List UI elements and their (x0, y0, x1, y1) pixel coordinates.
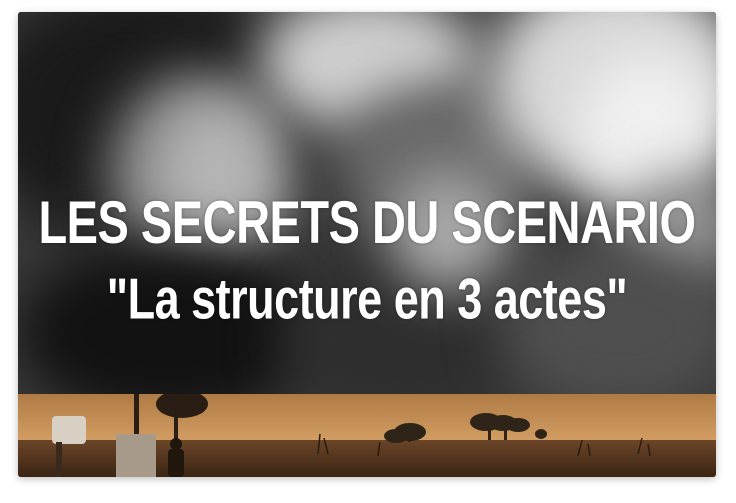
landscape-photo (18, 394, 716, 477)
video-title-overlay: LES SECRETS DU SCENARIO "La structure en… (18, 188, 716, 332)
page: LES SECRETS DU SCENARIO "La structure en… (0, 0, 736, 503)
video-thumbnail[interactable]: LES SECRETS DU SCENARIO "La structure en… (18, 12, 716, 477)
title-line-2: "La structure en 3 actes" (106, 266, 628, 332)
title-line-1: LES SECRETS DU SCENARIO (38, 188, 696, 256)
person-silhouette (168, 438, 184, 477)
stone-pillar (116, 434, 156, 477)
